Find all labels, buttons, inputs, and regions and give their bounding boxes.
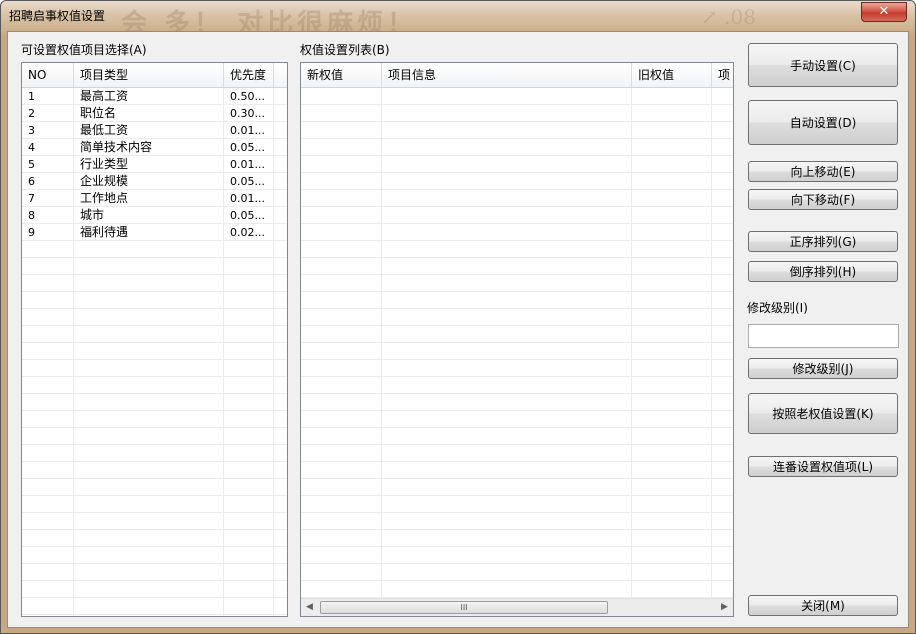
old-weight-setting-button[interactable]: 按照老权值设置(K) xyxy=(748,393,898,434)
cell-priority: 0.05... xyxy=(230,209,265,222)
sort-ascending-button[interactable]: 正序排列(G) xyxy=(748,231,898,252)
table-row[interactable]: 9 福利待遇 0.02... xyxy=(22,224,287,241)
title-bar-background-text-2: ↗ .08 xyxy=(701,5,756,29)
horizontal-scrollbar[interactable]: ◀ III ▶ xyxy=(301,598,733,616)
right-list-header: 新权值 项目信息 旧权值 项 xyxy=(301,63,733,88)
dialog-client-area: 可设置权值项目选择(A) NO 项目类型 优先度 1 最高工资 0.50... … xyxy=(7,31,909,628)
modify-level-input[interactable] xyxy=(748,324,899,348)
move-up-button[interactable]: 向上移动(E) xyxy=(748,161,898,182)
batch-weight-setting-button[interactable]: 连番设置权值项(L) xyxy=(748,456,898,477)
column-header-no[interactable]: NO xyxy=(22,63,74,87)
cell-no: 7 xyxy=(28,192,35,205)
table-row[interactable]: 4 简单技术内容 0.05... xyxy=(22,139,287,156)
title-bar[interactable]: 会 多！ 对比很麻烦！ ↗ .08 招聘启事权值设置 ✕ xyxy=(1,1,915,39)
table-row[interactable]: 7 工作地点 0.01... xyxy=(22,190,287,207)
window-close-icon[interactable]: ✕ xyxy=(861,2,907,22)
table-row[interactable]: 1 最高工资 0.50... xyxy=(22,88,287,105)
auto-setting-button[interactable]: 自动设置(D) xyxy=(748,100,898,145)
column-divider xyxy=(711,88,712,598)
column-header-item[interactable]: 项 xyxy=(712,63,733,87)
cell-priority: 0.05... xyxy=(230,141,265,154)
weight-setting-list[interactable]: 新权值 项目信息 旧权值 项 ◀ III ▶ xyxy=(300,62,734,617)
weight-item-list[interactable]: NO 项目类型 优先度 1 最高工资 0.50... 2 职位名 0.30...… xyxy=(21,62,288,617)
modify-level-label: 修改级别(I) xyxy=(747,301,808,315)
left-panel-label: 可设置权值项目选择(A) xyxy=(21,43,147,57)
cell-type: 最低工资 xyxy=(80,123,129,137)
cell-priority: 0.30... xyxy=(230,107,265,120)
table-row[interactable]: 8 城市 0.05... xyxy=(22,207,287,224)
scrollbar-thumb[interactable]: III xyxy=(320,601,608,614)
modify-level-button[interactable]: 修改级别(J) xyxy=(748,358,898,379)
cell-no: 6 xyxy=(28,175,35,188)
right-list-rows xyxy=(301,88,733,598)
cell-no: 9 xyxy=(28,226,35,239)
cell-priority: 0.05... xyxy=(230,175,265,188)
cell-no: 3 xyxy=(28,124,35,137)
cell-type: 企业规模 xyxy=(80,174,129,188)
sort-descending-button[interactable]: 倒序排列(H) xyxy=(748,261,898,282)
cell-priority: 0.50... xyxy=(230,90,265,103)
table-row[interactable]: 5 行业类型 0.01... xyxy=(22,156,287,173)
column-header-type[interactable]: 项目类型 xyxy=(74,63,224,87)
column-header-priority[interactable]: 优先度 xyxy=(224,63,274,87)
cell-type: 职位名 xyxy=(80,106,117,120)
cell-no: 8 xyxy=(28,209,35,222)
right-panel-label: 权值设置列表(B) xyxy=(300,43,390,57)
column-header-new-weight[interactable]: 新权值 xyxy=(301,63,382,87)
cell-no: 4 xyxy=(28,141,35,154)
cell-priority: 0.01... xyxy=(230,158,265,171)
move-down-button[interactable]: 向下移动(F) xyxy=(748,189,898,210)
main-window: 会 多！ 对比很麻烦！ ↗ .08 招聘启事权值设置 ✕ 可设置权值项目选择(A… xyxy=(0,0,916,634)
cell-type: 城市 xyxy=(80,208,105,222)
scroll-left-icon[interactable]: ◀ xyxy=(301,599,318,616)
scroll-right-icon[interactable]: ▶ xyxy=(716,599,733,616)
cell-priority: 0.01... xyxy=(230,192,265,205)
table-row[interactable]: 3 最低工资 0.01... xyxy=(22,122,287,139)
column-header-item-info[interactable]: 项目信息 xyxy=(382,63,632,87)
column-header-old-weight[interactable]: 旧权值 xyxy=(632,63,712,87)
cell-priority: 0.02... xyxy=(230,226,265,239)
cell-type: 工作地点 xyxy=(80,191,129,205)
cell-type: 行业类型 xyxy=(80,157,129,171)
cell-type: 福利待遇 xyxy=(80,225,129,239)
close-button[interactable]: 关闭(M) xyxy=(748,595,898,616)
table-row[interactable]: 6 企业规模 0.05... xyxy=(22,173,287,190)
table-row[interactable]: 2 职位名 0.30... xyxy=(22,105,287,122)
cell-priority: 0.01... xyxy=(230,124,265,137)
window-title: 招聘启事权值设置 xyxy=(9,9,106,23)
cell-no: 2 xyxy=(28,107,35,120)
cell-no: 1 xyxy=(28,90,35,103)
left-list-header: NO 项目类型 优先度 xyxy=(22,63,287,88)
cell-no: 5 xyxy=(28,158,35,171)
column-divider xyxy=(381,88,382,598)
cell-type: 最高工资 xyxy=(80,89,129,103)
column-divider xyxy=(631,88,632,598)
manual-setting-button[interactable]: 手动设置(C) xyxy=(748,43,898,87)
cell-type: 简单技术内容 xyxy=(80,140,153,154)
